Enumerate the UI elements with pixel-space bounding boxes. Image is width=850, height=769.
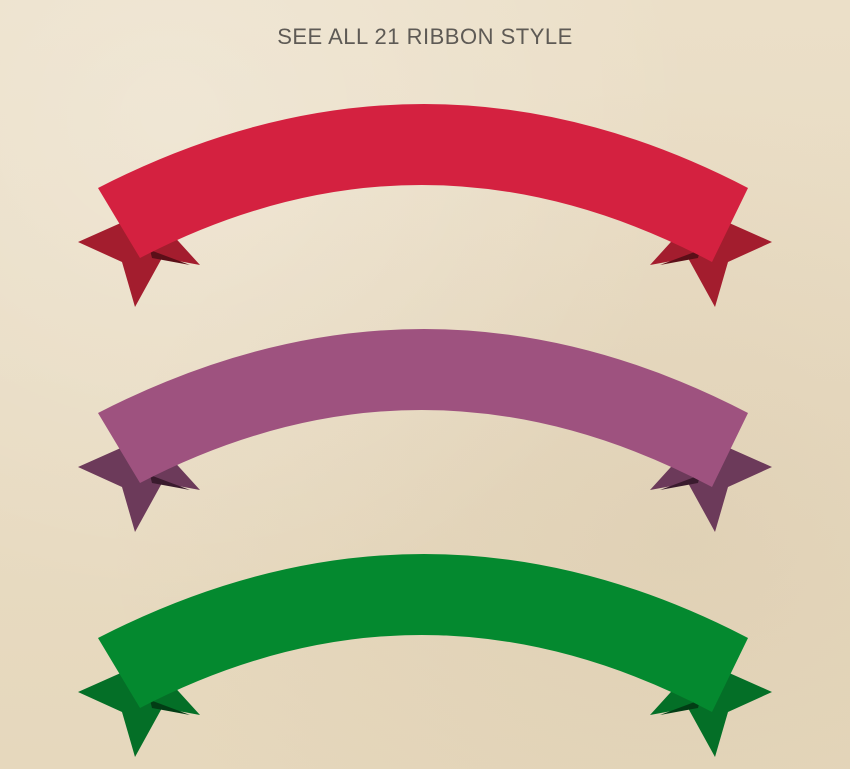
ribbon-green	[78, 554, 772, 757]
ribbon-artwork	[78, 104, 772, 757]
ribbon-band	[98, 329, 748, 487]
ribbon-band	[98, 554, 748, 712]
ribbon-purple	[78, 329, 772, 532]
ribbon-red	[78, 104, 772, 307]
ribbon-band	[98, 104, 748, 262]
